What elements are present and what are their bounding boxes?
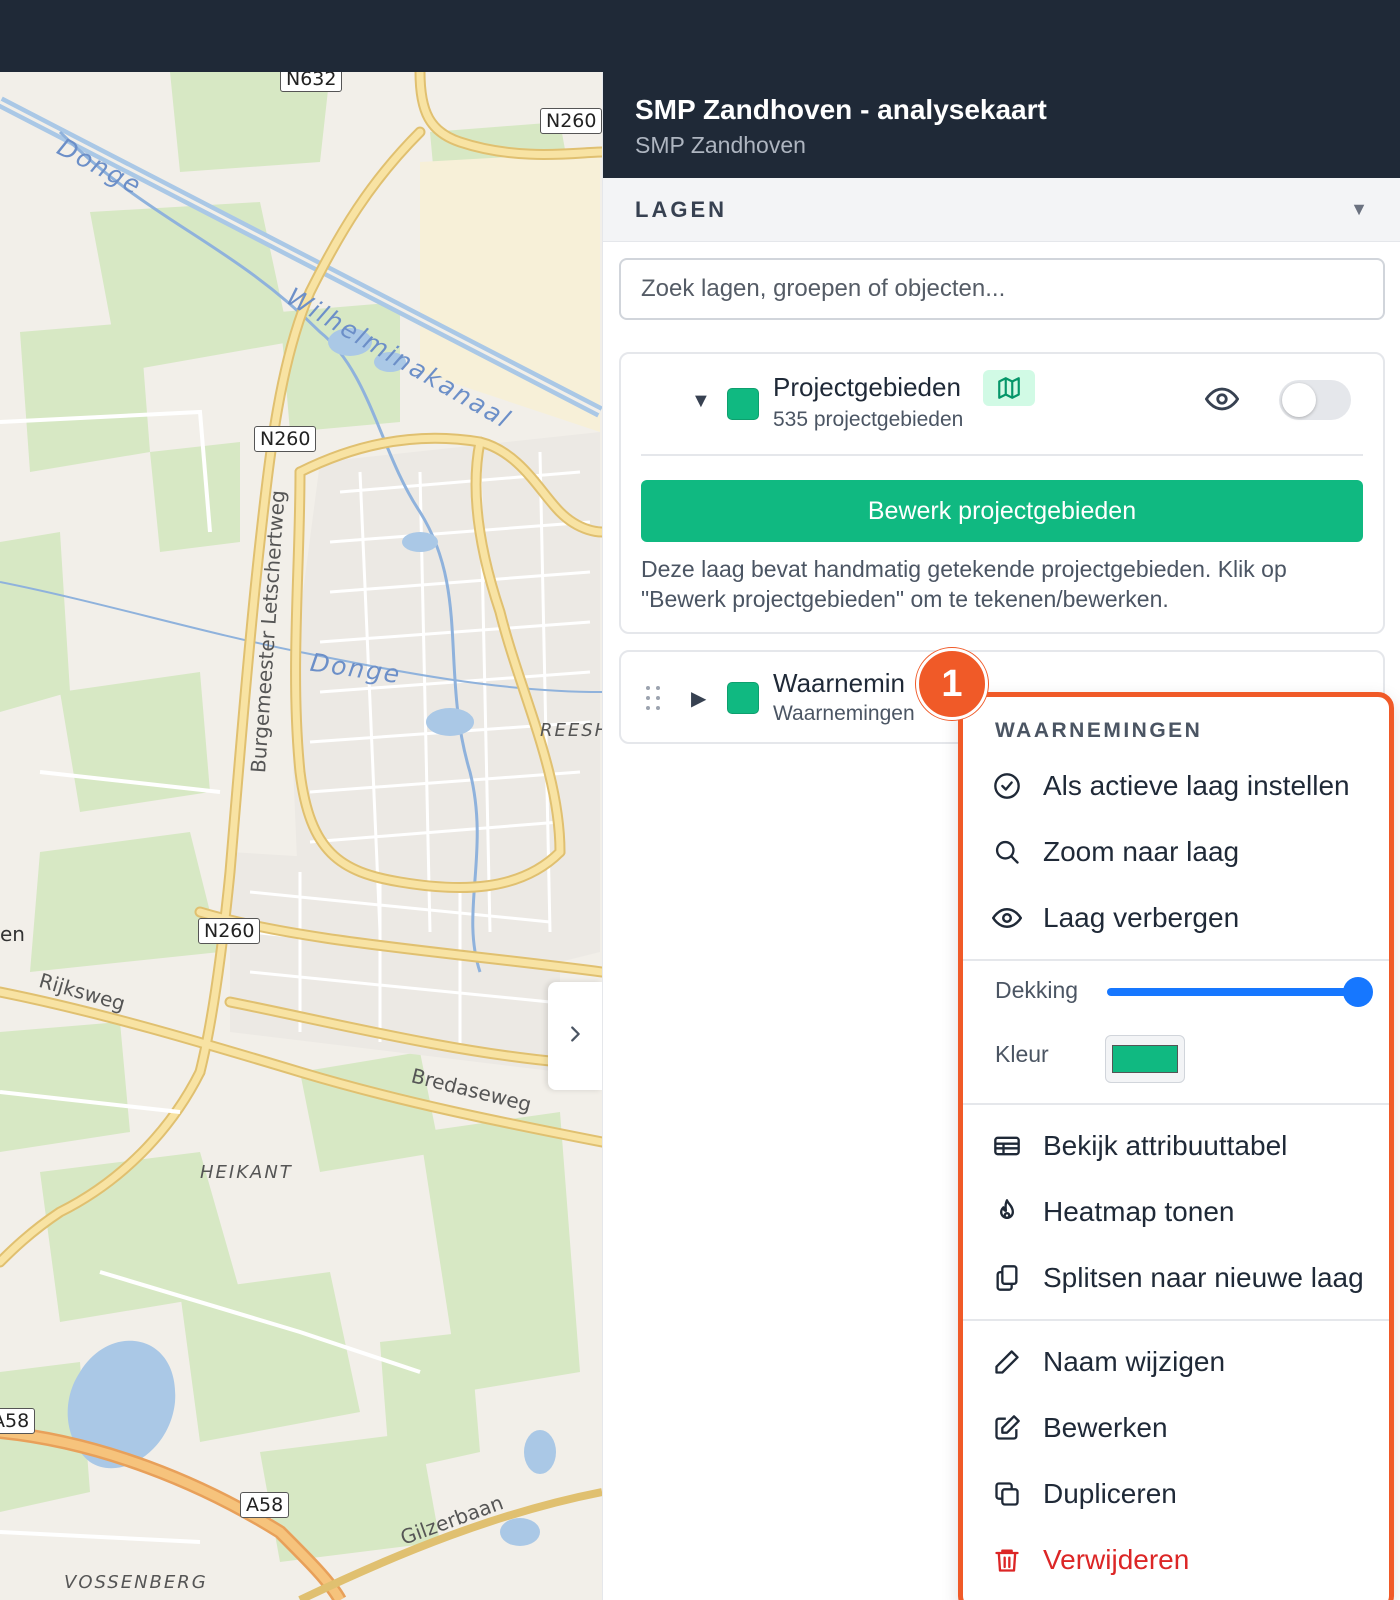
table-icon	[991, 1130, 1023, 1162]
menu-item-label: Als actieve laag instellen	[1043, 770, 1350, 801]
annotation-step-badge: 1	[916, 648, 988, 720]
panel-subtitle: SMP Zandhoven	[635, 132, 806, 158]
pencil-icon	[991, 1346, 1023, 1378]
menu-item-label: Naam wijzigen	[1043, 1346, 1226, 1377]
menu-separator	[963, 1319, 1389, 1321]
chevron-right-icon	[564, 1020, 586, 1052]
place-label: HEIKANT	[200, 1162, 293, 1183]
menu-heading: WAARNEMINGEN	[995, 719, 1203, 742]
trash-icon	[991, 1544, 1023, 1576]
expand-caret-icon[interactable]: ▶	[691, 686, 706, 711]
color-label: Kleur	[995, 1041, 1049, 1067]
road-shield: N260	[198, 918, 261, 944]
menu-item-label: Splitsen naar nieuwe laag	[1043, 1262, 1364, 1293]
panel-collapse-button[interactable]	[548, 982, 602, 1090]
layer-card-projectgebieden: ▼ Projectgebieden 535 projectgebieden Be…	[619, 352, 1385, 634]
divider	[641, 454, 1363, 456]
menu-item-label: Dupliceren	[1043, 1478, 1177, 1509]
caret-down-icon[interactable]: ▼	[1350, 199, 1368, 220]
layers-section-header[interactable]: LAGEN ▼	[603, 178, 1400, 242]
color-swatch	[1112, 1045, 1178, 1073]
menu-item-label: Heatmap tonen	[1043, 1196, 1235, 1227]
copy-split-icon	[991, 1262, 1023, 1294]
opacity-slider-thumb[interactable]	[1343, 977, 1373, 1007]
place-label: VOSSENBERG	[64, 1572, 208, 1593]
place-label: REESH	[540, 720, 602, 741]
layer-color-swatch	[727, 682, 759, 714]
menu-item-split-layer[interactable]: Splitsen naar nieuwe laag	[991, 1253, 1364, 1303]
section-title: LAGEN	[635, 196, 727, 222]
menu-item-label: Zoom naar laag	[1043, 836, 1240, 867]
menu-item-label: Laag verbergen	[1043, 902, 1240, 933]
edit-projectgebieden-button[interactable]: Bewerk projectgebieden	[641, 480, 1363, 542]
menu-item-label: Bewerken	[1043, 1412, 1168, 1443]
panel-header: SMP Zandhoven - analysekaart SMP Zandhov…	[603, 72, 1400, 178]
opacity-label: Dekking	[995, 977, 1079, 1003]
opacity-slider[interactable]	[1107, 988, 1365, 996]
menu-item-label: Bekijk attribuuttabel	[1043, 1130, 1288, 1161]
menu-item-duplicate[interactable]: Dupliceren	[991, 1469, 1177, 1519]
menu-item-attribute-table[interactable]: Bekijk attribuuttabel	[991, 1121, 1287, 1171]
layer-context-menu: WAARNEMINGEN Als actieve laag instellen …	[958, 692, 1394, 1600]
flame-icon	[991, 1196, 1023, 1228]
eye-icon	[991, 902, 1023, 934]
visibility-toggle[interactable]	[1279, 380, 1351, 420]
panel-title: SMP Zandhoven - analysekaart	[635, 94, 1047, 125]
map-icon	[983, 370, 1035, 406]
menu-item-edit[interactable]: Bewerken	[991, 1403, 1168, 1453]
road-shield: N260	[254, 426, 317, 452]
layer-name: Projectgebieden	[773, 372, 961, 402]
road-shield: A58	[0, 1408, 36, 1434]
layer-count: 535 projectgebieden	[773, 408, 964, 431]
road-shield: A58	[240, 1492, 290, 1518]
menu-item-label: Verwijderen	[1043, 1544, 1190, 1575]
collapse-caret-icon[interactable]: ▼	[691, 390, 711, 413]
search-icon	[991, 836, 1023, 868]
duplicate-icon	[991, 1478, 1023, 1510]
layer-search-input[interactable]	[619, 258, 1385, 320]
layer-color-swatch	[727, 388, 759, 420]
place-label: en	[0, 922, 25, 946]
road-shield: N632	[280, 72, 343, 92]
top-bar	[0, 0, 1400, 72]
drag-handle-icon[interactable]	[643, 684, 663, 717]
menu-item-rename[interactable]: Naam wijzigen	[991, 1337, 1225, 1387]
check-circle-icon	[991, 770, 1023, 802]
layer-count: Waarnemingen	[773, 702, 915, 725]
menu-item-set-active[interactable]: Als actieve laag instellen	[991, 761, 1350, 811]
menu-item-hide-layer[interactable]: Laag verbergen	[991, 893, 1239, 943]
eye-icon[interactable]	[1204, 382, 1240, 421]
layer-description: Deze laag bevat handmatig getekende proj…	[641, 556, 1287, 612]
menu-item-heatmap[interactable]: Heatmap tonen	[991, 1187, 1234, 1237]
layer-name: Waarnemin	[773, 668, 905, 698]
menu-item-delete[interactable]: Verwijderen	[991, 1535, 1189, 1585]
menu-separator	[963, 959, 1389, 961]
menu-separator	[963, 1103, 1389, 1105]
edit-square-icon	[991, 1412, 1023, 1444]
color-picker-button[interactable]	[1105, 1035, 1185, 1083]
menu-item-zoom[interactable]: Zoom naar laag	[991, 827, 1239, 877]
road-shield: N260	[540, 108, 602, 134]
map-view[interactable]: N632 N260 N260 N260 A58 A58 Donge Wilhel…	[0, 72, 602, 1600]
